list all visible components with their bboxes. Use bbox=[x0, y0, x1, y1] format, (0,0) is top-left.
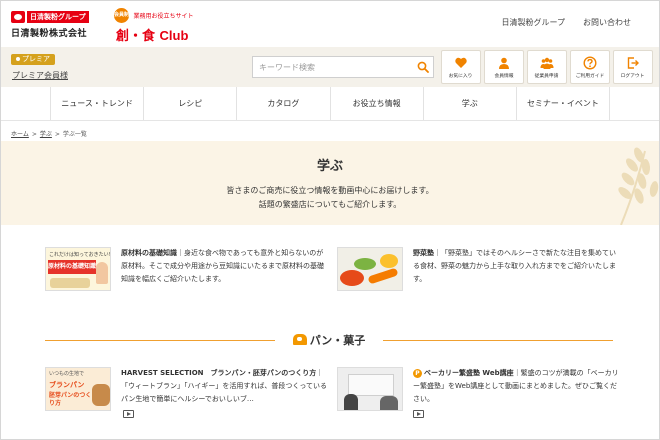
hero-desc-line-2: 話題の繁盛店についてもご紹介します。 bbox=[258, 200, 402, 209]
breadcrumb-sep: > bbox=[54, 131, 60, 138]
brand-name: 日清製粉株式会社 bbox=[11, 29, 88, 39]
member-icon-buttons: お気に入り 会員情報 従業員申請 ご利用ガイド ログアウト bbox=[441, 50, 653, 84]
usage-guide-label: ご利用ガイド bbox=[575, 72, 605, 79]
contact-link[interactable]: お問い合わせ bbox=[583, 17, 631, 28]
club-badge: 会員制 bbox=[114, 8, 129, 23]
item-thumb-bakery-school[interactable] bbox=[337, 367, 403, 411]
breadcrumb-current: 学ぶ一覧 bbox=[62, 131, 87, 138]
feature-text-materials: 原材料の基礎知識｜身近な食べ物であっても意外と知らないのが原材料。そこで成分や用… bbox=[121, 247, 329, 291]
top-links: 日清製粉グループ お問い合わせ bbox=[501, 17, 631, 28]
item-thumb-harvest[interactable]: いつもの生地で ブランパン 胚芽パンのつくり方 bbox=[45, 367, 111, 411]
logout-button[interactable]: ログアウト bbox=[613, 50, 653, 84]
feature-body: ｜「野菜塾」ではそのヘルシーさで新たな注目を集めている食材、野菜の魅力から上手な… bbox=[413, 249, 616, 283]
feature-title[interactable]: 原材料の基礎知識 bbox=[121, 249, 177, 257]
heart-icon bbox=[455, 57, 467, 68]
thumb-caption: いつもの生地で bbox=[49, 371, 85, 377]
section-title-text: パン・菓子 bbox=[309, 334, 366, 347]
usage-guide-button[interactable]: ご利用ガイド bbox=[570, 50, 610, 84]
thumb-title: 原材料の基礎知識 bbox=[48, 260, 96, 274]
nissin-logo[interactable]: 日清製粉グループ 日清製粉株式会社 bbox=[11, 10, 103, 40]
member-bar: プレミア プレミア会員様 お気に入り bbox=[1, 47, 659, 87]
item-text-bakery-school: P ベーカリー繁盛塾 Web講座｜繁盛のコツが満載の「ベーカリー繁盛塾」をWeb講… bbox=[413, 367, 621, 411]
whiteboard-illustration bbox=[348, 374, 394, 396]
club-title: 創・食 Club bbox=[116, 25, 188, 44]
section-title: パン・菓子 bbox=[45, 332, 613, 348]
wheat-decoration-icon bbox=[618, 147, 659, 225]
member-info-button[interactable]: 会員情報 bbox=[484, 50, 524, 84]
site-header: 日清製粉グループ 日清製粉株式会社 会員制 業務用お役立ちサイト 創・食 Clu… bbox=[1, 1, 659, 47]
search-input[interactable] bbox=[253, 58, 413, 76]
bread-illustration bbox=[50, 278, 90, 288]
item-title[interactable]: HARVEST SELECTION ブランパン・胚芽パンのつくり方 bbox=[121, 369, 316, 377]
breadcrumb-home[interactable]: ホーム bbox=[11, 131, 29, 138]
breadcrumb: ホーム > 学ぶ > 学ぶ一覧 bbox=[11, 129, 87, 138]
nav-useful-info[interactable]: お役立ち情報 bbox=[329, 87, 423, 120]
premium-badge-icon: P bbox=[413, 369, 422, 378]
video-icon bbox=[413, 410, 424, 418]
group-link[interactable]: 日清製粉グループ bbox=[501, 17, 565, 28]
logout-label: ログアウト bbox=[621, 72, 645, 79]
character-illustration bbox=[96, 262, 108, 284]
club-title-jp: 創・食 bbox=[116, 29, 156, 44]
tomato-illustration bbox=[340, 270, 364, 286]
breadcrumb-learn[interactable]: 学ぶ bbox=[40, 131, 52, 138]
employee-apply-button[interactable]: 従業員申請 bbox=[527, 50, 567, 84]
pepper-illustration bbox=[380, 254, 398, 268]
logout-icon bbox=[627, 56, 639, 69]
thumb-caption: これだけは知っておきたい! bbox=[49, 252, 111, 258]
member-info-label: 会員情報 bbox=[494, 72, 514, 79]
feature-text-vegetables: 野菜塾｜「野菜塾」ではそのヘルシーさで新たな注目を集めている食材、野菜の魅力から… bbox=[413, 247, 621, 291]
presenter-illustration bbox=[380, 396, 398, 410]
group-icon bbox=[540, 57, 554, 69]
greens-illustration bbox=[354, 258, 376, 270]
premia-badge: プレミア bbox=[11, 54, 55, 65]
nissin-mark-icon bbox=[11, 10, 25, 23]
item-title[interactable]: ベーカリー繁盛塾 Web講座 bbox=[424, 369, 514, 377]
nav-recipe[interactable]: レシピ bbox=[143, 87, 236, 120]
feature-thumb-vegetables[interactable] bbox=[337, 247, 403, 291]
nav-learn[interactable]: 学ぶ bbox=[422, 87, 516, 120]
club-logo[interactable]: 会員制 業務用お役立ちサイト 創・食 Club bbox=[114, 8, 234, 44]
page-frame: 日清製粉グループ 日清製粉株式会社 会員制 業務用お役立ちサイト 創・食 Clu… bbox=[0, 0, 660, 440]
section-heading-bread: パン・菓子 bbox=[45, 331, 613, 349]
item-card-harvest[interactable]: いつもの生地で ブランパン 胚芽パンのつくり方 HARVEST SELECTIO… bbox=[45, 367, 329, 411]
nav-news-trend[interactable]: ニュース・トレンド bbox=[50, 87, 143, 120]
club-title-en: Club bbox=[159, 28, 189, 43]
nav-seminar-event[interactable]: セミナー・イベント bbox=[515, 87, 611, 120]
bread-loaf-illustration bbox=[92, 384, 110, 406]
favorites-button[interactable]: お気に入り bbox=[441, 50, 481, 84]
page-title: 学ぶ bbox=[316, 159, 343, 174]
user-icon bbox=[499, 57, 509, 69]
nav-catalog[interactable]: カタログ bbox=[236, 87, 329, 120]
presenter-illustration bbox=[344, 394, 358, 410]
employee-apply-label: 従業員申請 bbox=[535, 72, 559, 79]
search-icon bbox=[417, 61, 429, 73]
feature-title[interactable]: 野菜塾 bbox=[413, 249, 434, 257]
global-nav: ニュース・トレンド レシピ カタログ お役立ち情報 学ぶ セミナー・イベント bbox=[1, 87, 659, 121]
club-subtitle: 業務用お役立ちサイト bbox=[133, 13, 194, 20]
search-button[interactable] bbox=[413, 57, 433, 77]
hero-desc-line-1: 皆さまのご商売に役立つ情報を動画中心にお届けします。 bbox=[226, 186, 434, 195]
bread-icon bbox=[292, 334, 307, 345]
brand-tag: 日清製粉グループ bbox=[27, 10, 89, 23]
feature-card-materials[interactable]: これだけは知っておきたい! 原材料の基礎知識 原材料の基礎知識｜身近な食べ物であ… bbox=[45, 247, 329, 291]
feature-card-vegetables[interactable]: 野菜塾｜「野菜塾」ではそのヘルシーさで新たな注目を集めている食材、野菜の魅力から… bbox=[337, 247, 621, 291]
thumb-title: ブランパン bbox=[49, 381, 85, 389]
item-text-harvest: HARVEST SELECTION ブランパン・胚芽パンのつくり方｜「ウィートブ… bbox=[121, 367, 329, 411]
breadcrumb-sep: > bbox=[31, 131, 37, 138]
search-box bbox=[252, 56, 434, 78]
hero-banner: 学ぶ 皆さまのご商売に役立つ情報を動画中心にお届けします。 話題の繁盛店について… bbox=[1, 141, 659, 225]
favorites-label: お気に入り bbox=[449, 72, 473, 79]
item-card-bakery-school[interactable]: P ベーカリー繁盛塾 Web講座｜繁盛のコツが満載の「ベーカリー繁盛塾」をWeb講… bbox=[337, 367, 621, 411]
premia-member-link[interactable]: プレミア会員様 bbox=[12, 70, 68, 81]
question-icon bbox=[583, 55, 597, 70]
video-icon bbox=[123, 410, 134, 418]
carrot-illustration bbox=[367, 267, 399, 285]
thumb-title: 胚芽パンのつくり方 bbox=[49, 392, 92, 407]
hero-description: 皆さまのご商売に役立つ情報を動画中心にお届けします。 話題の繁盛店についてもご紹… bbox=[1, 184, 659, 212]
feature-thumb-materials[interactable]: これだけは知っておきたい! 原材料の基礎知識 bbox=[45, 247, 111, 291]
